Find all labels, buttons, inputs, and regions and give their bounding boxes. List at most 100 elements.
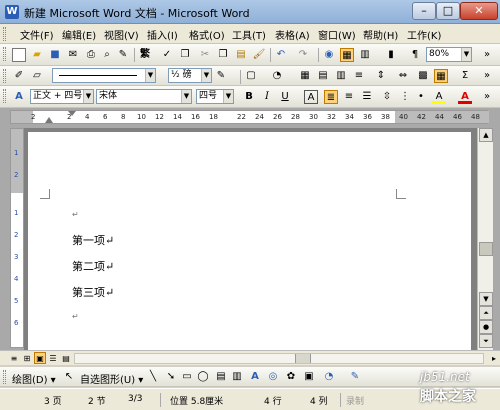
- menu-insert[interactable]: 插入(I): [147, 27, 178, 42]
- print-layout-view-icon[interactable]: ▣: [34, 352, 46, 364]
- text-box-icon[interactable]: ▤: [214, 370, 228, 384]
- paste-icon[interactable]: ▤: [234, 48, 248, 62]
- distribute-columns-icon[interactable]: ⇔: [396, 69, 410, 83]
- sum-icon[interactable]: Σ: [458, 69, 472, 83]
- horizontal-scrollbar[interactable]: [74, 353, 484, 364]
- toolbar-grip[interactable]: [3, 89, 6, 103]
- border-color-icon[interactable]: ✎: [214, 69, 228, 83]
- permission-icon[interactable]: ✉: [66, 48, 80, 62]
- normal-view-icon[interactable]: ≡: [8, 352, 20, 364]
- minimize-button[interactable]: –: [412, 2, 436, 20]
- toolbar-options-icon[interactable]: »: [480, 48, 494, 62]
- scroll-thumb[interactable]: [295, 354, 311, 363]
- maximize-button[interactable]: □: [436, 2, 460, 20]
- spelling-icon[interactable]: ✓: [160, 48, 174, 62]
- toolbar-grip[interactable]: [3, 27, 6, 41]
- zoom-select[interactable]: 80% ▼: [426, 47, 472, 62]
- autoformat-icon[interactable]: ▩: [416, 69, 430, 83]
- toolbar-grip[interactable]: [3, 69, 6, 83]
- menu-help[interactable]: 帮助(H): [363, 27, 398, 42]
- split-cells-icon[interactable]: ▥: [334, 69, 348, 83]
- menu-work[interactable]: 工作(K): [407, 27, 441, 42]
- toolbar-options-icon[interactable]: »: [480, 69, 494, 83]
- rectangle-tool-icon[interactable]: ▭: [180, 370, 194, 384]
- indent-marker[interactable]: [45, 117, 53, 123]
- chevron-down-icon[interactable]: ▼: [223, 90, 233, 103]
- table-autofit-icon[interactable]: ▦: [434, 69, 448, 83]
- line-color-icon[interactable]: ✎: [348, 370, 362, 384]
- align-cell-icon[interactable]: ≡: [352, 69, 366, 83]
- menu-format[interactable]: 格式(O): [189, 27, 225, 42]
- insert-table-icon[interactable]: ▦: [298, 69, 312, 83]
- open-folder-icon[interactable]: ▰: [30, 48, 44, 62]
- status-record[interactable]: 录制: [346, 394, 364, 407]
- vertical-text-box-icon[interactable]: ▥: [230, 370, 244, 384]
- eraser-icon[interactable]: ▱: [30, 69, 44, 83]
- distributed-align-icon[interactable]: ☰: [360, 90, 374, 104]
- menu-tools[interactable]: 工具(T): [232, 27, 266, 42]
- character-border-icon[interactable]: A: [304, 90, 318, 104]
- cut-icon[interactable]: ✂: [198, 48, 212, 62]
- menu-view[interactable]: 视图(V): [104, 27, 139, 42]
- font-color-button[interactable]: A: [458, 90, 472, 104]
- draw-table-icon[interactable]: ✐: [12, 69, 26, 83]
- chevron-down-icon[interactable]: ▼: [461, 48, 471, 61]
- document-area[interactable]: ↵ 第一项↵ 第二项↵ 第三项↵ ↵: [24, 128, 477, 350]
- select-browse-object-icon[interactable]: ●: [479, 320, 493, 334]
- outside-border-icon[interactable]: ▢: [244, 69, 258, 83]
- oval-tool-icon[interactable]: ◯: [196, 370, 210, 384]
- insert-picture-icon[interactable]: ▣: [302, 370, 316, 384]
- show-hide-icon[interactable]: ¶: [408, 48, 422, 62]
- diagram-icon[interactable]: ◎: [266, 370, 280, 384]
- merge-cells-icon[interactable]: ▤: [316, 69, 330, 83]
- copy-icon[interactable]: ❐: [178, 48, 192, 62]
- numbering-icon[interactable]: ⋮: [398, 90, 412, 104]
- traditional-chinese-button[interactable]: 繁: [138, 48, 152, 62]
- vertical-ruler[interactable]: 1 2 1 2 3 4 5 6: [10, 128, 24, 348]
- menu-window[interactable]: 窗口(W): [318, 27, 356, 42]
- line-weight-select[interactable]: ½ 磅 ▼: [168, 68, 212, 83]
- document-page[interactable]: ↵ 第一项↵ 第二项↵ 第三项↵ ↵: [28, 132, 471, 350]
- fill-color-icon[interactable]: ◔: [322, 370, 336, 384]
- line-style-select[interactable]: ▼: [52, 68, 156, 83]
- chevron-down-icon[interactable]: ▼: [181, 90, 191, 103]
- document-line[interactable]: 第二项↵: [72, 258, 114, 274]
- web-view-icon[interactable]: ⊞: [21, 352, 33, 364]
- autoshapes-menu-button[interactable]: 自选图形(U) ▾: [80, 371, 143, 386]
- chevron-down-icon[interactable]: ▼: [145, 69, 155, 82]
- arrow-tool-icon[interactable]: ➘: [164, 370, 178, 384]
- redo-icon[interactable]: ↷: [296, 48, 310, 62]
- bullets-icon[interactable]: •: [414, 90, 428, 104]
- shading-color-icon[interactable]: ◔: [270, 69, 284, 83]
- copy-icon[interactable]: ❐: [216, 48, 230, 62]
- styles-pane-icon[interactable]: A: [12, 90, 26, 104]
- menu-file[interactable]: 文件(F): [20, 27, 54, 42]
- print-icon[interactable]: ⎙: [84, 48, 98, 62]
- next-page-icon[interactable]: ⏷: [479, 334, 493, 348]
- undo-icon[interactable]: ↶: [274, 48, 288, 62]
- select-objects-icon[interactable]: ↖: [62, 370, 76, 384]
- toolbar-options-icon[interactable]: »: [480, 90, 494, 104]
- scroll-up-icon[interactable]: ▲: [479, 128, 493, 142]
- first-line-indent-marker[interactable]: [68, 111, 76, 116]
- document-line[interactable]: 第一项↵: [72, 232, 114, 248]
- line-spacing-icon[interactable]: ⇳: [380, 90, 394, 104]
- italic-button[interactable]: I: [260, 90, 274, 104]
- align-center-icon[interactable]: ≡: [342, 90, 356, 104]
- bold-button[interactable]: B: [242, 90, 256, 104]
- chevron-down-icon[interactable]: ▼: [83, 90, 93, 103]
- tables-borders-icon[interactable]: ▦: [340, 48, 354, 62]
- previous-page-icon[interactable]: ⏶: [479, 306, 493, 320]
- clip-art-icon[interactable]: ✿: [284, 370, 298, 384]
- horizontal-ruler[interactable]: 2 2 4 6 8 10 12 14 16 18 22 24 26 28 30 …: [10, 110, 489, 124]
- vertical-scrollbar[interactable]: ▲ ▼ ⏶ ● ⏷: [477, 128, 493, 350]
- scroll-right-icon[interactable]: ▸: [488, 352, 500, 364]
- underline-button[interactable]: U: [278, 90, 292, 104]
- scroll-thumb[interactable]: [479, 242, 493, 256]
- toolbar-grip[interactable]: [3, 47, 6, 61]
- style-select[interactable]: 正文 + 四号 ▼: [30, 89, 94, 104]
- font-select[interactable]: 宋体 ▼: [96, 89, 192, 104]
- outline-view-icon[interactable]: ☰: [47, 352, 59, 364]
- document-line[interactable]: 第三项↵: [72, 284, 114, 300]
- wordart-icon[interactable]: A: [248, 370, 262, 384]
